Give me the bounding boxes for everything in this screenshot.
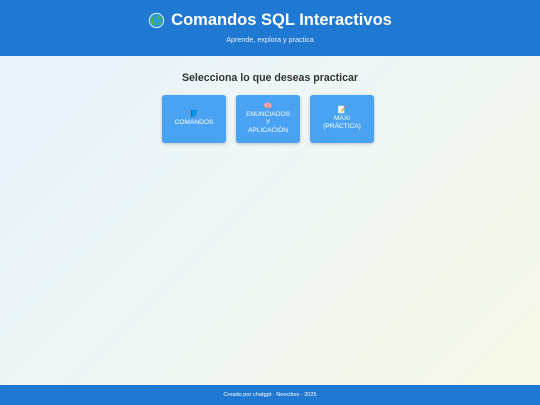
enunciados-label-line2: Y xyxy=(265,118,271,126)
memo-icon: 📝 xyxy=(337,106,347,114)
comandos-button[interactable]: 📘 COMANDOS xyxy=(162,95,226,143)
page-footer: Creado por chatgpt · Neocities · 2025 xyxy=(0,385,540,405)
enunciados-button[interactable]: 🧠 ENUNCIADOS Y APLICACIÓN xyxy=(236,95,300,143)
book-icon: 📘 xyxy=(189,110,199,118)
maxi-label-line1: MAXI xyxy=(333,114,351,122)
page-subtitle: Aprende, explora y practica xyxy=(226,35,314,44)
section-prompt: Selecciona lo que deseas practicar xyxy=(181,72,359,84)
enunciados-label-line3: APLICACIÓN xyxy=(248,127,288,135)
brain-icon: 🧠 xyxy=(263,102,273,110)
page-header: Comandos SQL Interactivos Aprende, explo… xyxy=(0,0,540,56)
globe-icon xyxy=(149,12,165,29)
page-title-row: Comandos SQL Interactivos xyxy=(0,11,540,30)
footer-text: Creado por chatgpt · Neocities · 2025 xyxy=(223,392,317,398)
maxi-label-line2: (PRÁCTICA) xyxy=(323,123,361,130)
maxi-practica-button[interactable]: 📝 MAXI (PRÁCTICA) xyxy=(310,95,374,143)
comandos-label: COMANDOS xyxy=(174,118,214,126)
option-buttons: 📘 COMANDOS 🧠 ENUNCIADOS Y APLICACIÓN 📝 M… xyxy=(162,95,374,143)
page-title: Comandos SQL Interactivos xyxy=(171,11,392,29)
enunciados-label-line1: ENUNCIADOS xyxy=(246,110,290,118)
